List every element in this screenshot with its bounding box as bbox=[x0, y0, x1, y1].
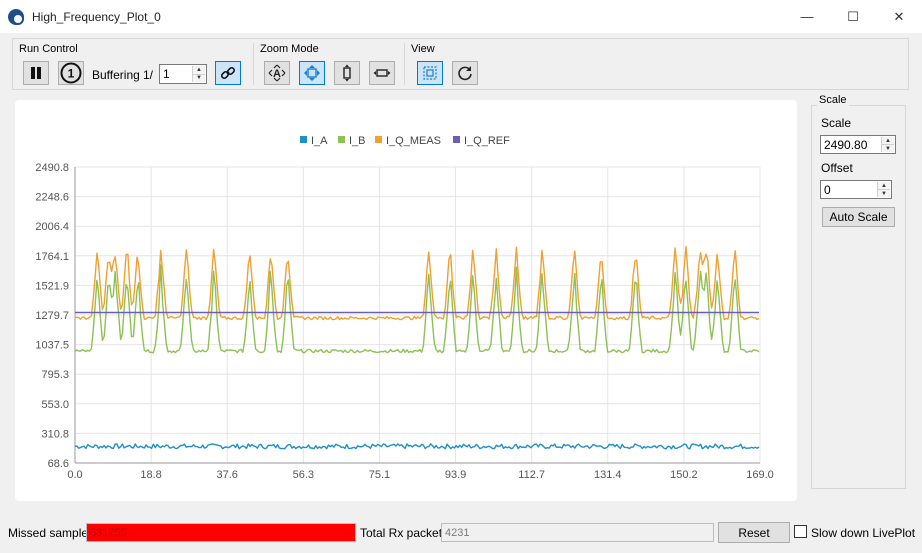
zoom-xy-button[interactable] bbox=[299, 61, 325, 85]
y-tick-label: 2006.4 bbox=[35, 221, 69, 233]
scale-down-arrow[interactable]: ▼ bbox=[882, 144, 894, 152]
x-tick-label: 18.8 bbox=[140, 469, 161, 481]
refresh-icon bbox=[458, 66, 472, 81]
legend-swatch bbox=[338, 136, 345, 143]
y-tick-label: 1764.1 bbox=[35, 251, 69, 263]
y-tick-label: 2248.6 bbox=[35, 192, 69, 204]
spin-up-arrow[interactable]: ▲ bbox=[193, 66, 205, 74]
slow-down-label: Slow down LivePlot bbox=[811, 526, 916, 540]
legend-label: I_Q_REF bbox=[464, 135, 510, 147]
run-control-group: Run Control 1 Buffering 1/ ▲▼ bbox=[13, 39, 253, 89]
offset-down-arrow[interactable]: ▼ bbox=[878, 189, 890, 197]
fit-view-icon bbox=[423, 66, 437, 80]
legend-label: I_Q_MEAS bbox=[386, 135, 441, 147]
legend-swatch bbox=[453, 136, 460, 143]
legend-item: I_Q_MEAS bbox=[375, 135, 441, 147]
total-rx-field: 4231 bbox=[441, 523, 714, 542]
title-bar: High_Frequency_Plot_0 — ☐ ✕ bbox=[0, 0, 922, 33]
run-control-title: Run Control bbox=[19, 43, 78, 55]
zoom-xy-icon bbox=[304, 65, 320, 81]
minimize-button[interactable]: — bbox=[784, 0, 830, 33]
x-tick-label: 75.1 bbox=[369, 469, 390, 481]
x-tick-label: 56.3 bbox=[293, 469, 314, 481]
single-step-glyph: 1 bbox=[68, 67, 75, 81]
zoom-mode-group: Zoom Mode A bbox=[254, 39, 404, 89]
y-tick-label: 1279.7 bbox=[35, 310, 69, 322]
link-icon bbox=[220, 66, 236, 80]
legend-swatch bbox=[300, 136, 307, 143]
maximize-button[interactable]: ☐ bbox=[830, 0, 876, 33]
scale-spinbox[interactable]: ▲▼ bbox=[820, 135, 896, 154]
y-tick-label: 553.0 bbox=[41, 399, 69, 411]
legend-label: I_A bbox=[311, 135, 328, 147]
fit-view-button[interactable] bbox=[417, 61, 443, 85]
zoom-vertical-icon bbox=[343, 64, 351, 82]
series-line-i_a bbox=[74, 443, 760, 450]
buffering-prefix: 1/ bbox=[143, 68, 154, 82]
scale-label: Scale bbox=[821, 116, 852, 130]
x-tick-label: 0.0 bbox=[67, 469, 82, 481]
slow-down-checkbox[interactable] bbox=[794, 525, 807, 538]
refresh-button[interactable] bbox=[452, 61, 478, 85]
offset-spinbox[interactable]: ▲▼ bbox=[820, 180, 892, 199]
scale-up-arrow[interactable]: ▲ bbox=[882, 137, 894, 144]
scale-group-title: Scale bbox=[817, 94, 849, 106]
x-tick-label: 150.2 bbox=[670, 469, 698, 481]
buffering-label: Buffering bbox=[92, 68, 140, 82]
toolbar: Run Control 1 Buffering 1/ ▲▼ bbox=[12, 38, 909, 90]
spin-down-arrow[interactable]: ▼ bbox=[193, 73, 205, 82]
legend-label: I_B bbox=[349, 135, 366, 147]
total-rx-label: Total Rx packets bbox=[360, 526, 449, 540]
auto-scale-button[interactable]: Auto Scale bbox=[822, 207, 895, 227]
legend-item: I_Q_REF bbox=[453, 135, 510, 147]
zoom-all-icon: A bbox=[268, 64, 286, 82]
x-tick-label: 37.6 bbox=[217, 469, 238, 481]
offset-label: Offset bbox=[821, 161, 853, 175]
missed-samples-field: 631755 bbox=[86, 523, 356, 542]
zoom-all-button[interactable]: A bbox=[264, 61, 290, 85]
window-title: High_Frequency_Plot_0 bbox=[32, 9, 161, 24]
buffering-spinbox[interactable]: ▲▼ bbox=[159, 64, 207, 84]
x-tick-label: 93.9 bbox=[445, 469, 466, 481]
zoom-mode-title: Zoom Mode bbox=[260, 43, 319, 55]
pause-button[interactable] bbox=[23, 61, 49, 85]
single-step-icon: 1 bbox=[60, 62, 82, 84]
x-tick-label: 131.4 bbox=[594, 469, 622, 481]
offset-up-arrow[interactable]: ▲ bbox=[878, 182, 890, 189]
close-button[interactable]: ✕ bbox=[876, 0, 922, 33]
pause-icon bbox=[31, 67, 41, 79]
reset-button[interactable]: Reset bbox=[718, 522, 790, 543]
legend-item: I_A bbox=[300, 135, 328, 147]
view-title: View bbox=[411, 43, 435, 55]
legend-swatch bbox=[375, 136, 382, 143]
y-tick-label: 1521.9 bbox=[35, 280, 69, 292]
link-button[interactable] bbox=[215, 61, 241, 85]
y-tick-label: 795.3 bbox=[41, 369, 69, 381]
y-tick-label: 68.6 bbox=[48, 458, 69, 470]
y-tick-label: 310.8 bbox=[41, 428, 69, 440]
line-chart[interactable]: 2490.8 2248.6 2006.4 1764.1 1521.9 1279.7 1037… bbox=[15, 100, 797, 501]
zoom-horizontal-button[interactable] bbox=[369, 61, 395, 85]
zoom-vertical-button[interactable] bbox=[334, 61, 360, 85]
y-tick-label: 2490.8 bbox=[35, 162, 69, 174]
series-line-i_b bbox=[74, 264, 760, 354]
plot-panel[interactable]: 2490.8 2248.6 2006.4 1764.1 1521.9 1279.7 1037… bbox=[15, 100, 797, 501]
y-tick-label: 1037.5 bbox=[35, 340, 69, 352]
missed-samples-label: Missed samples bbox=[8, 526, 95, 540]
x-tick-label: 169.0 bbox=[746, 469, 774, 481]
view-group: View bbox=[405, 39, 495, 89]
single-step-button[interactable]: 1 bbox=[58, 61, 84, 85]
zoom-horizontal-icon bbox=[373, 69, 391, 77]
app-icon bbox=[8, 8, 24, 25]
series-line-i_q_meas bbox=[74, 245, 760, 321]
x-tick-label: 112.7 bbox=[518, 469, 545, 481]
legend-item: I_B bbox=[338, 135, 366, 147]
